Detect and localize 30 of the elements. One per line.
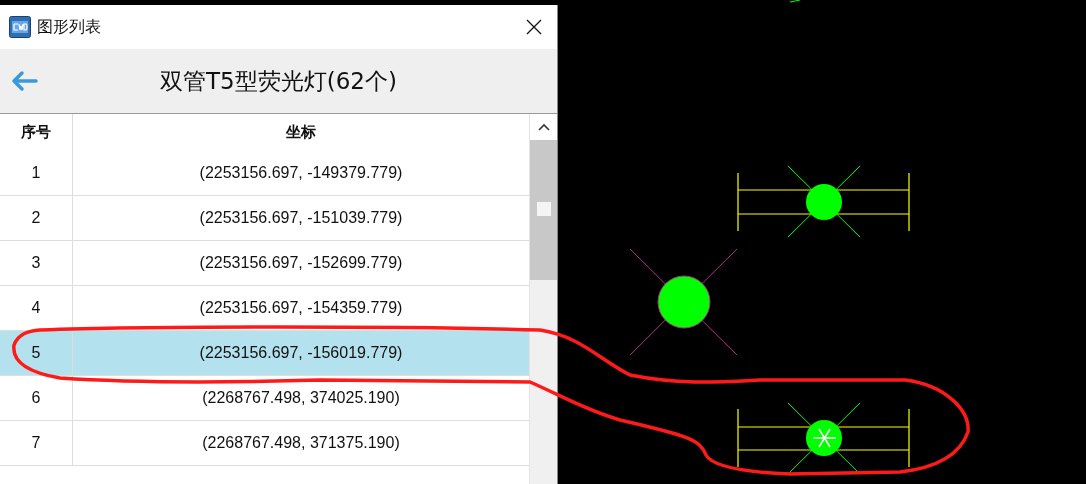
caret-up-icon[interactable] bbox=[537, 123, 550, 131]
app-logo-icon bbox=[9, 16, 31, 38]
scrollbar-thumb[interactable] bbox=[530, 140, 557, 280]
scroll-up-button[interactable] bbox=[530, 114, 557, 140]
index-cell: 1 bbox=[0, 151, 73, 195]
index-cell: 4 bbox=[0, 286, 73, 330]
coordinate-cell-text: (2253156.697, -154359.779) bbox=[198, 298, 404, 318]
index-cell: 7 bbox=[0, 421, 73, 465]
scrollbar[interactable] bbox=[529, 114, 557, 484]
table-row[interactable]: 1 (2253156.697, -149379.779) bbox=[0, 151, 529, 196]
column-header[interactable]: 序号 bbox=[0, 114, 73, 151]
table-row[interactable]: 7 (2268767.498, 371375.190) bbox=[0, 421, 529, 466]
index-cell: 3 bbox=[0, 241, 73, 285]
coordinate-cell-text: (2253156.697, -151039.779) bbox=[198, 208, 404, 228]
coordinate-cell-text: (2253156.697, -156019.779) bbox=[198, 343, 404, 363]
table-row[interactable]: 2 (2253156.697, -151039.779) bbox=[0, 196, 529, 241]
table-row[interactable]: 3 (2253156.697, -152699.779) bbox=[0, 241, 529, 286]
index-cell: 6 bbox=[0, 376, 73, 420]
coordinate-cell-text: (2268767.498, 371375.190) bbox=[201, 433, 401, 453]
window-title: 图形列表 bbox=[37, 16, 102, 38]
column-header[interactable]: 坐标 bbox=[73, 114, 529, 151]
index-cell: 2 bbox=[0, 196, 73, 240]
coordinate-cell-text: (2253156.697, -149379.779) bbox=[198, 163, 404, 183]
table-row[interactable]: 5 (2253156.697, -156019.779) bbox=[0, 331, 529, 376]
coordinate-cell-text: (2268767.498, 374025.190) bbox=[201, 388, 401, 408]
list-title: 双管T5型荧光灯(62个) bbox=[159, 66, 398, 96]
index-cell: 5 bbox=[0, 331, 73, 375]
table-row[interactable]: 6 (2268767.498, 374025.190) bbox=[0, 376, 529, 421]
coordinate-cell-text: (2253156.697, -152699.779) bbox=[198, 253, 404, 273]
close-icon[interactable] bbox=[526, 19, 542, 35]
